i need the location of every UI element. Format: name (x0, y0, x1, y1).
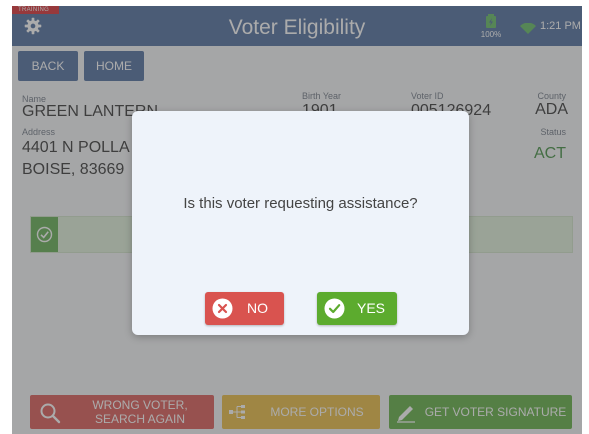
yes-label: YES (357, 300, 386, 316)
no-label: NO (247, 300, 268, 316)
app-frame: TRAINING Voter Eligibility 100% 1:21 PM … (12, 6, 582, 434)
no-button[interactable]: NO (205, 292, 284, 325)
yes-button[interactable]: YES (317, 292, 397, 325)
assistance-dialog: Is this voter requesting assistance? NO … (132, 111, 469, 335)
check-circle-icon (324, 298, 345, 331)
dialog-question: Is this voter requesting assistance? (183, 195, 418, 212)
close-circle-icon (212, 298, 233, 331)
